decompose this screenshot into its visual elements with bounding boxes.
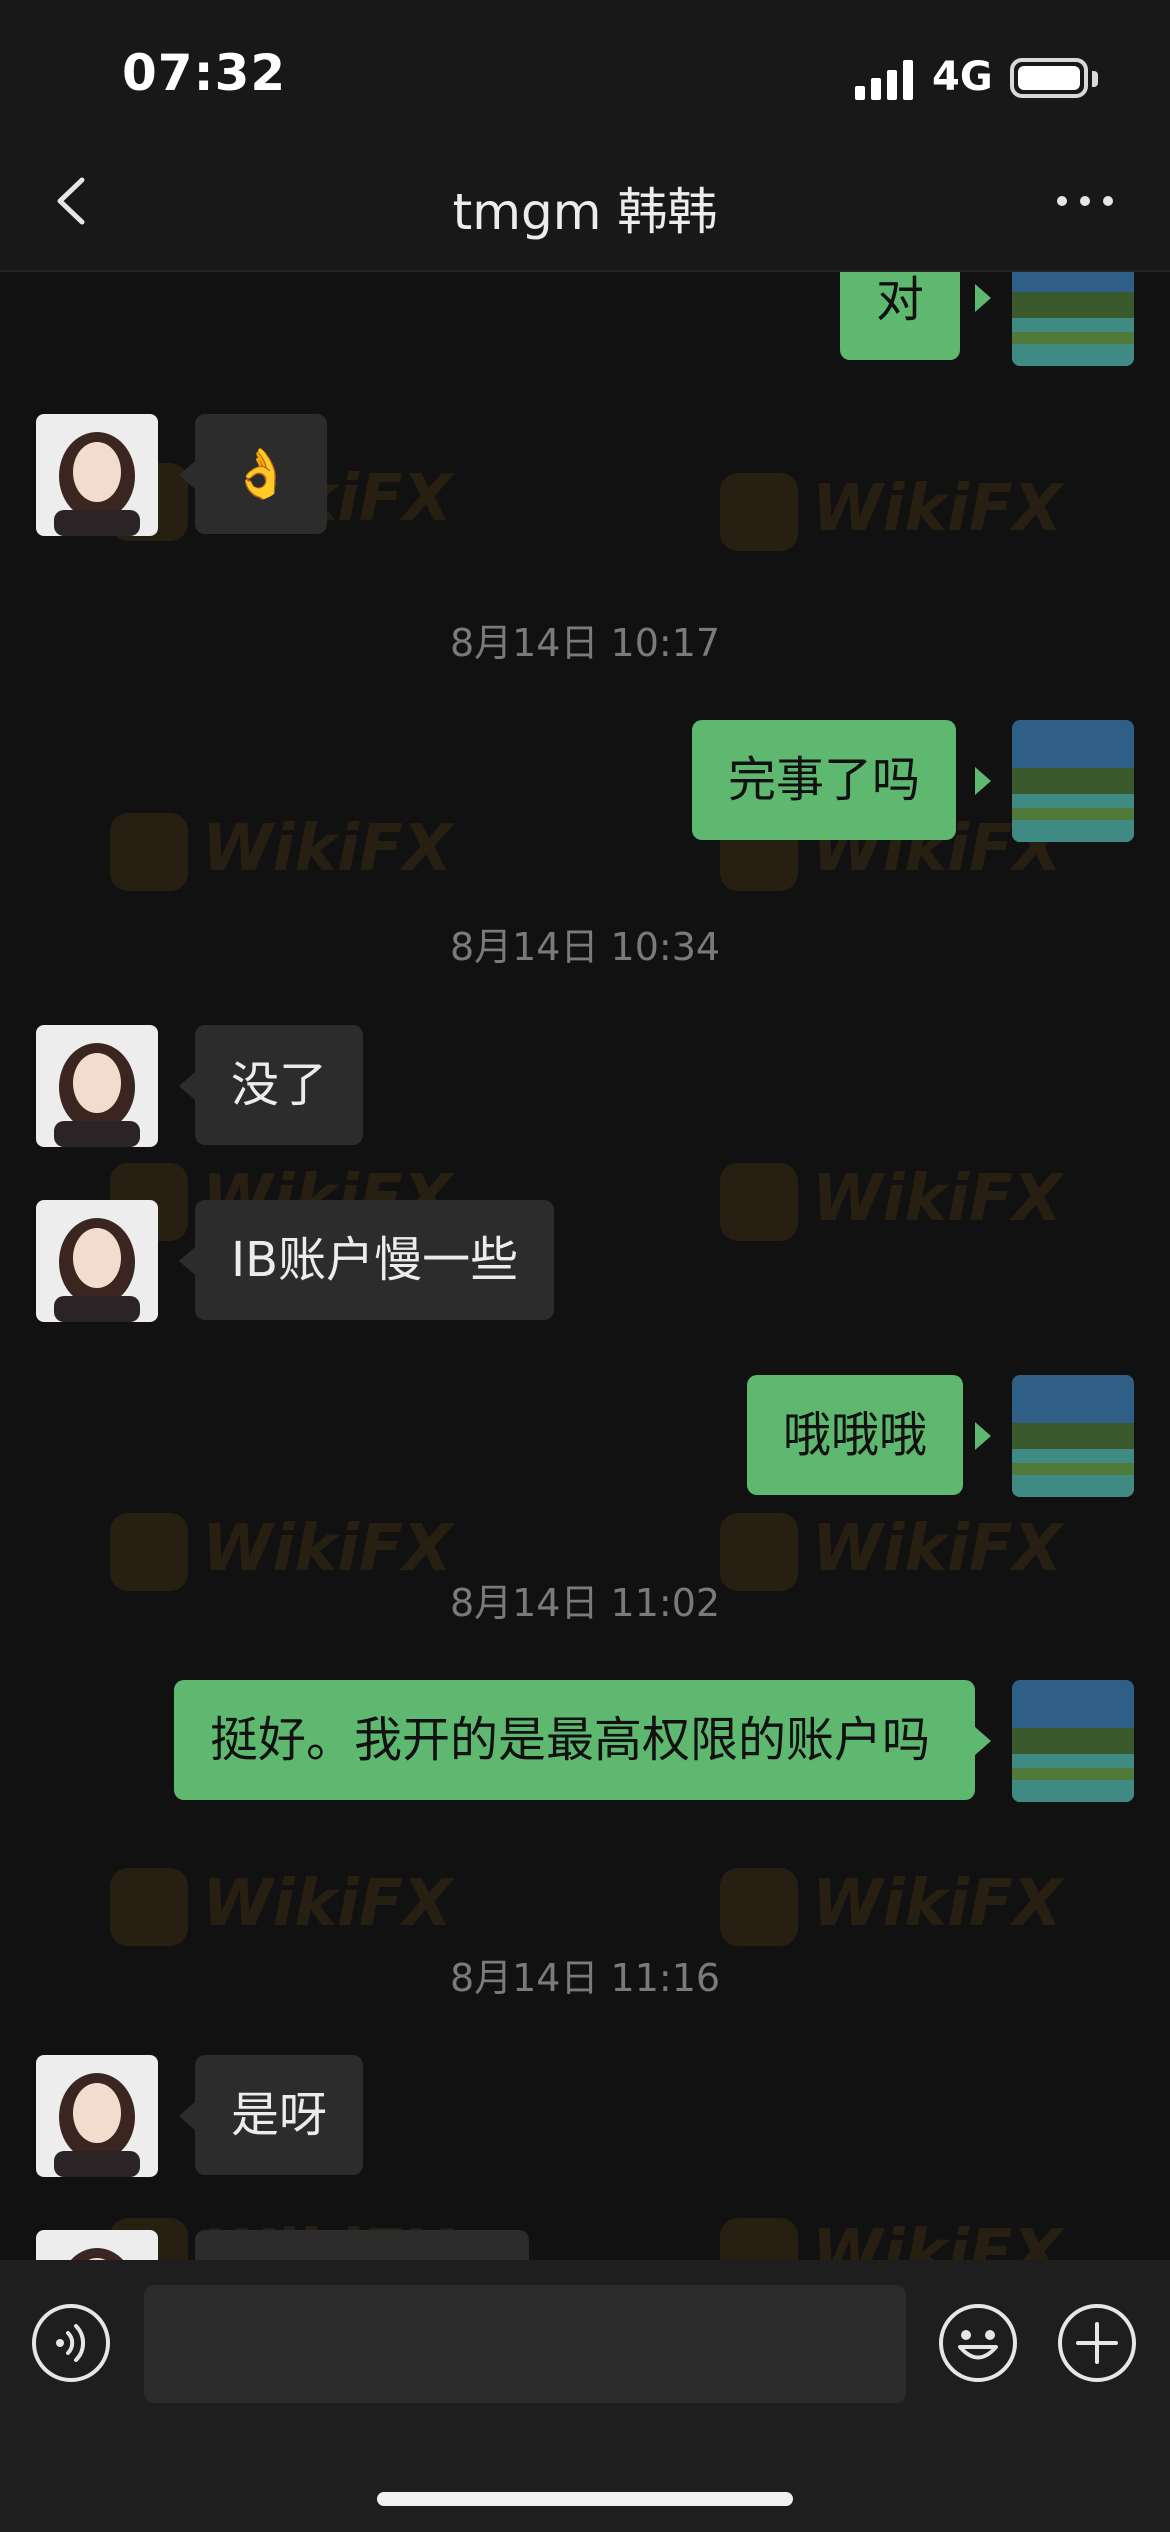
plus-button[interactable] (1056, 2302, 1138, 2384)
message-bubble-outgoing[interactable]: 挺好。我开的是最高权限的账户吗 (174, 1680, 975, 1800)
timestamp: 8月14日 10:17 (449, 621, 721, 665)
contact-avatar[interactable] (36, 1025, 158, 1147)
bubble-tail (179, 2102, 195, 2130)
bubble-tail (975, 1727, 991, 1755)
network-type: 4G (932, 54, 993, 100)
status-bar: 07:32 4G (0, 0, 1170, 140)
my-avatar[interactable] (1012, 1375, 1134, 1497)
message-text: 挺好。我开的是最高权限的账户吗 (210, 1712, 931, 1768)
emoji-button[interactable] (937, 2302, 1019, 2384)
message-text: 👌 (231, 446, 291, 502)
message-bubble-incoming[interactable]: IB账户慢一些 (195, 1200, 555, 1320)
voice-button[interactable] (30, 2302, 112, 2384)
bubble-tail (179, 461, 195, 489)
message-list[interactable]: WikiFX WikiFX WikiFX WikiFX WikiFX WikiF… (0, 272, 1170, 2260)
watermark-text: WikiFX (202, 812, 453, 886)
my-avatar[interactable] (1012, 272, 1134, 366)
battery-tip (1092, 71, 1098, 87)
timestamp: 8月14日 10:34 (449, 925, 721, 969)
watermark-text: WikiFX (202, 1867, 453, 1941)
chat-screen: 07:32 4G tmgm 韩韩 WikiFX WikiFX WikiFX Wi… (0, 0, 1170, 2532)
timestamp: 8月14日 11:16 (449, 1956, 721, 2000)
message-bubble-incoming[interactable]: 没了 (195, 1025, 364, 1145)
message-text: 对 (876, 272, 925, 328)
message-text: 完事了吗 (728, 752, 921, 808)
input-bar (0, 2260, 1170, 2532)
timestamp: 8月14日 11:02 (449, 1581, 721, 1625)
message-bubble-incoming[interactable]: 是呀 (195, 2055, 364, 2175)
watermark-text: WikiFX (812, 1867, 1063, 1941)
contact-avatar[interactable] (36, 1200, 158, 1322)
watermark-text: WikiFX (812, 1162, 1063, 1236)
contact-avatar[interactable] (36, 2230, 158, 2260)
battery-icon (1010, 58, 1088, 98)
my-avatar[interactable] (1012, 720, 1134, 842)
contact-avatar[interactable] (36, 414, 158, 536)
bubble-tail (179, 1072, 195, 1100)
signal-icon (855, 60, 913, 100)
message-text: 是呀 (231, 2087, 328, 2143)
chevron-left-icon (57, 177, 85, 225)
message-bubble-incoming[interactable] (195, 2230, 529, 2260)
more-button[interactable] (1050, 166, 1120, 236)
nav-bar: tmgm 韩韩 (0, 140, 1170, 272)
watermark-text: WikiFX (812, 472, 1063, 546)
chat-title: tmgm 韩韩 (452, 183, 718, 241)
bubble-tail (975, 284, 991, 312)
message-text: 哦哦哦 (783, 1407, 928, 1463)
message-bubble-outgoing[interactable]: 哦哦哦 (747, 1375, 964, 1495)
back-button[interactable] (38, 166, 108, 236)
more-dots-icon (1057, 196, 1113, 206)
plus-icon (1058, 2304, 1136, 2382)
watermark-text: WikiFX (812, 2217, 1063, 2260)
emoji-smile-icon (939, 2304, 1017, 2382)
contact-avatar[interactable] (36, 2055, 158, 2177)
bubble-tail (179, 1247, 195, 1275)
message-input[interactable] (144, 2285, 906, 2403)
home-indicator[interactable] (377, 2492, 793, 2506)
status-time: 07:32 (122, 44, 287, 102)
message-text: IB账户慢一些 (231, 1232, 519, 1288)
message-bubble-outgoing[interactable]: 对 (840, 272, 961, 360)
message-text: 没了 (231, 1057, 328, 1113)
message-bubble-outgoing[interactable]: 完事了吗 (692, 720, 957, 840)
bubble-tail (975, 767, 991, 795)
bubble-tail (975, 1422, 991, 1450)
voice-icon (32, 2304, 110, 2382)
message-bubble-incoming[interactable]: 👌 (195, 414, 327, 534)
my-avatar[interactable] (1012, 1680, 1134, 1802)
